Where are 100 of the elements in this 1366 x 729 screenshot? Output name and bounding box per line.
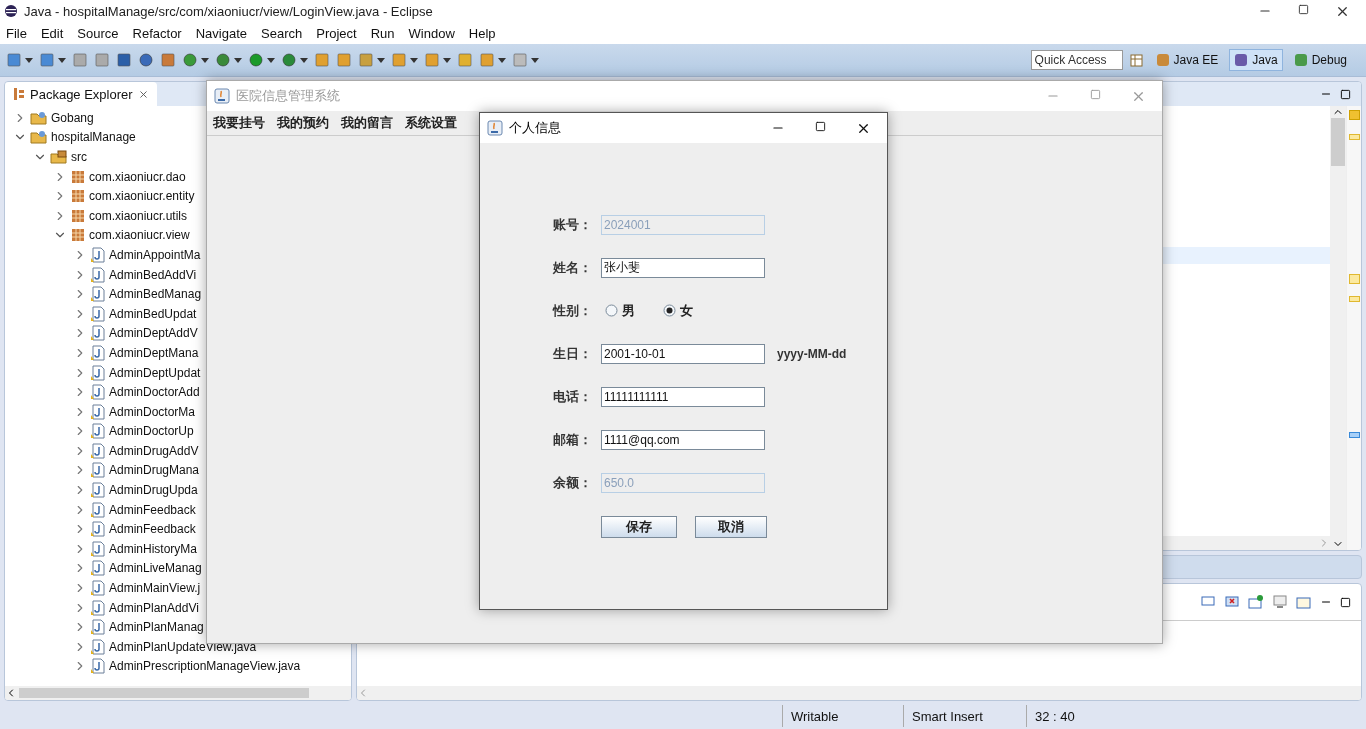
dropdown-caret-icon[interactable] (443, 57, 451, 63)
perspective-button[interactable]: Java EE (1150, 49, 1224, 71)
open-perspective-icon[interactable] (1128, 52, 1145, 68)
tree-item[interactable]: AdminFeedback (109, 522, 196, 537)
java-cup-icon (214, 88, 230, 104)
tree-item[interactable]: AdminDrugMana (109, 463, 200, 478)
perspective-icon (1293, 53, 1308, 67)
menu-item[interactable]: File (6, 25, 27, 41)
radio-button[interactable] (663, 304, 676, 317)
restore-icon[interactable] (1298, 3, 1309, 15)
menu-item[interactable]: Project (316, 25, 357, 41)
vertical-scrollbar[interactable] (1330, 106, 1346, 550)
tree-item[interactable]: AdminBedManag (109, 287, 202, 302)
java-file-icon (90, 246, 106, 263)
status-text: 32 : 40 (1026, 705, 1133, 727)
menu-item[interactable]: 我要挂号 (209, 114, 269, 132)
tree-item[interactable]: com.xiaoniucr.dao (89, 169, 186, 184)
remove-icon[interactable] (1224, 594, 1240, 610)
menu-item[interactable]: 我的预约 (273, 114, 333, 132)
java-file-icon (90, 286, 106, 303)
dropdown-caret-icon[interactable] (25, 57, 33, 63)
maximize-icon[interactable] (1340, 88, 1351, 100)
tree-item[interactable]: hospitalManage (51, 130, 136, 145)
tree-item[interactable]: AdminMainView.j (109, 581, 201, 596)
save-button[interactable]: 保存 (601, 516, 677, 538)
horizontal-scrollbar[interactable] (357, 686, 1361, 700)
tree-item[interactable]: AdminPlanManag (109, 620, 204, 635)
field-label: 邮箱： (553, 430, 593, 449)
input-field[interactable]: 2001-10-01 (601, 343, 765, 364)
dropdown-caret-icon[interactable] (531, 57, 539, 63)
tree-item[interactable]: AdminHistoryMa (109, 541, 198, 556)
dropdown-caret-icon[interactable] (410, 57, 418, 63)
tree-item[interactable]: com.xiaoniucr.entity (89, 189, 195, 204)
menu-item[interactable]: Search (261, 25, 303, 41)
input-field[interactable]: 1111@qq.com (601, 429, 765, 450)
maximize-icon[interactable] (815, 120, 826, 132)
dropdown-caret-icon[interactable] (267, 57, 275, 63)
perspective-icon (1155, 53, 1170, 67)
dropdown-caret-icon[interactable] (201, 57, 209, 63)
dropdown-caret-icon[interactable] (300, 57, 308, 63)
tree-item[interactable]: AdminLiveManag (109, 561, 202, 576)
input-field[interactable]: 11111111111 (601, 386, 765, 407)
dropdown-caret-icon[interactable] (58, 57, 66, 63)
menu-item[interactable]: Source (77, 25, 119, 41)
tree-item[interactable]: AdminDoctorUp (109, 424, 194, 439)
source-folder-icon (50, 149, 68, 165)
menu-item[interactable]: Window (408, 25, 455, 41)
java-file-icon (90, 482, 106, 499)
menu-item[interactable]: Help (468, 25, 496, 41)
cancel-button[interactable]: 取消 (695, 516, 767, 538)
monitor-icon[interactable] (1272, 594, 1288, 610)
status-text: Smart Insert (903, 705, 1026, 727)
tree-item[interactable]: AdminPlanUpdateView.java (109, 639, 257, 654)
perspective-button[interactable]: Debug (1288, 49, 1352, 71)
menu-item[interactable]: Navigate (195, 25, 247, 41)
tree-item[interactable]: AdminBedAddVi (109, 267, 197, 282)
horizontal-scrollbar[interactable] (5, 686, 351, 700)
package-explorer-icon (13, 87, 25, 101)
tree-item[interactable]: AdminDeptMana (109, 345, 199, 360)
radio-button[interactable] (605, 304, 618, 317)
menu-item[interactable]: 系统设置 (401, 114, 461, 132)
radio-label[interactable]: 女 (680, 301, 693, 320)
maximize-icon[interactable] (1340, 596, 1351, 608)
menu-item[interactable]: Run (370, 25, 395, 41)
tree-item[interactable]: AdminDoctorAdd (109, 385, 200, 400)
tree-item[interactable]: AdminDeptAddV (109, 326, 198, 341)
eclipse-logo-icon (4, 4, 18, 18)
tree-item[interactable]: Gobang (51, 110, 94, 125)
quick-access-field[interactable]: Quick Access (1030, 50, 1123, 70)
dropdown-caret-icon[interactable] (234, 57, 242, 63)
tree-item[interactable]: AdminAppointMa (109, 247, 201, 262)
menu-item[interactable]: Refactor (132, 25, 182, 41)
tree-item[interactable]: AdminDrugAddV (109, 443, 199, 458)
tree-item[interactable]: AdminDeptUpdat (109, 365, 201, 380)
tree-item[interactable]: AdminDoctorMa (109, 404, 196, 419)
tree-item[interactable]: AdminDrugUpda (109, 483, 198, 498)
java-file-icon (90, 442, 106, 459)
tree-item[interactable]: AdminPlanAddVi (109, 600, 199, 615)
scroll-thumb[interactable] (19, 688, 309, 698)
tree-item[interactable]: AdminBedUpdat (109, 306, 197, 321)
tree-item[interactable]: com.xiaoniucr.utils (89, 208, 188, 223)
perspective-icon (1234, 53, 1249, 67)
menu-item[interactable]: 我的留言 (337, 114, 397, 132)
tree-item[interactable]: com.xiaoniucr.view (89, 228, 190, 243)
tree-item[interactable]: src (71, 150, 87, 164)
java-file-icon (90, 580, 106, 597)
dropdown-caret-icon[interactable] (377, 57, 385, 63)
field-label: 账号： (553, 215, 593, 234)
scroll-thumb[interactable] (1331, 118, 1345, 166)
tree-item[interactable]: AdminPrescriptionManageView.java (109, 659, 301, 674)
menu-item[interactable]: Edit (40, 25, 64, 41)
input-field[interactable]: 张小斐 (601, 257, 765, 278)
dropdown-caret-icon[interactable] (498, 57, 506, 63)
tree-item[interactable]: AdminFeedback (109, 502, 196, 517)
java-file-icon (90, 403, 106, 420)
java-file-icon (90, 658, 106, 675)
package-explorer-tab[interactable]: Package Explorer (5, 82, 157, 106)
java-file-icon (90, 619, 106, 636)
perspective-button[interactable]: Java (1229, 49, 1283, 71)
radio-label[interactable]: 男 (622, 301, 635, 320)
